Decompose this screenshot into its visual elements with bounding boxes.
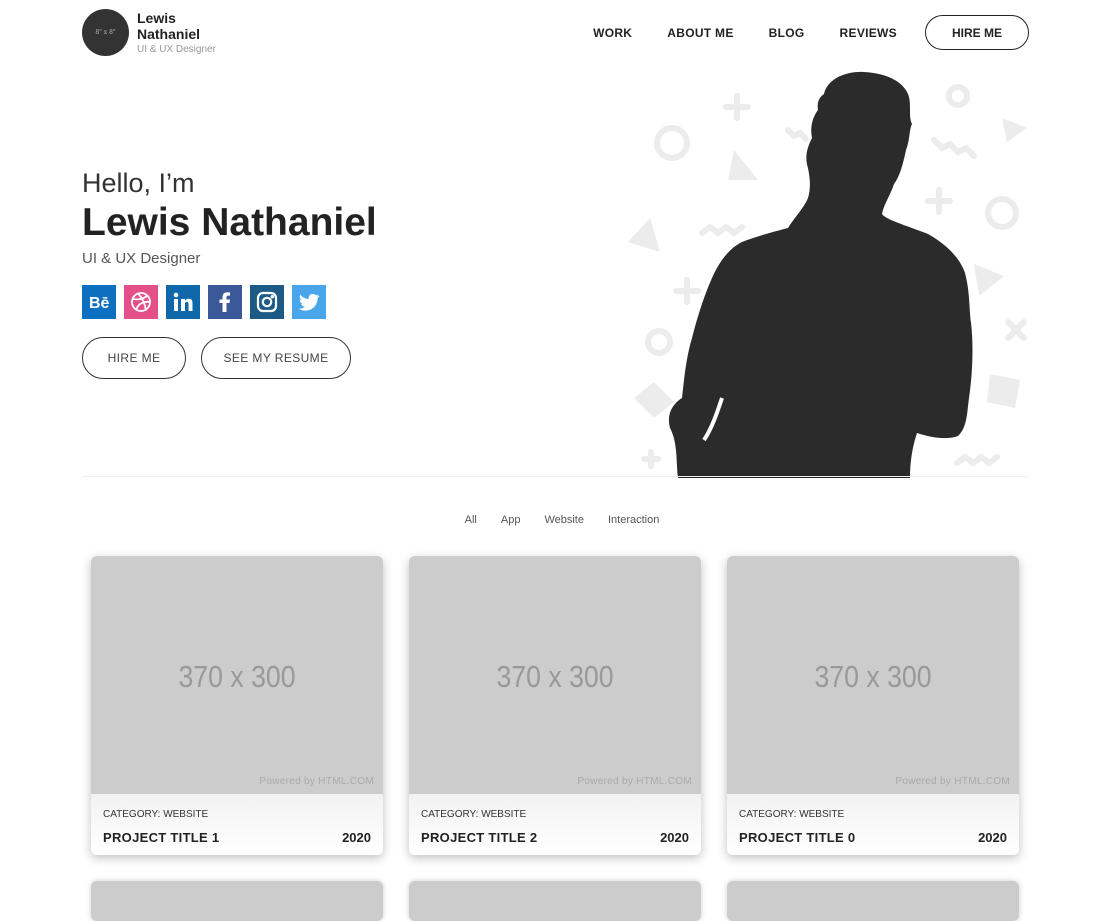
logo-name: Lewis Nathaniel	[137, 9, 201, 42]
svg-text:Bē: Bē	[89, 295, 110, 312]
project-year: 2020	[660, 830, 689, 845]
portfolio-filters: All App Website Interaction	[0, 514, 1110, 526]
project-category: CATEGORY: WEBSITE	[421, 809, 527, 820]
project-card[interactable]: 370 x 300 Powered by HTML.COM CATEGORY: …	[91, 556, 383, 855]
project-info: CATEGORY: WEBSITE PROJECT TITLE 0 2020	[727, 794, 1019, 855]
project-category: CATEGORY: WEBSITE	[103, 809, 209, 820]
thumbnail-credit: Powered by HTML.COM	[577, 776, 692, 787]
nav-work[interactable]: WORK	[593, 26, 632, 40]
project-info: CATEGORY: WEBSITE PROJECT TITLE 1 2020	[91, 794, 383, 855]
logo-role: UI & UX Designer	[137, 43, 216, 55]
project-card-next-row[interactable]	[727, 881, 1019, 921]
thumbnail-size-label: 370 x 300	[814, 659, 932, 694]
hero-hire-me-button[interactable]: HIRE ME	[82, 337, 186, 379]
see-my-resume-button[interactable]: SEE MY RESUME	[201, 337, 351, 379]
thumbnail-credit: Powered by HTML.COM	[259, 776, 374, 787]
nav-about-me[interactable]: ABOUT ME	[667, 26, 733, 40]
project-year: 2020	[978, 830, 1007, 845]
main-nav: WORK ABOUT ME BLOG REVIEWS HIRE ME	[593, 15, 1029, 50]
filter-all[interactable]: All	[465, 514, 477, 526]
instagram-icon[interactable]	[250, 285, 284, 319]
hero-greeting: Hello, I’m	[82, 168, 195, 198]
twitter-icon[interactable]	[292, 285, 326, 319]
hero-role: UI & UX Designer	[82, 250, 201, 267]
project-thumbnail: 370 x 300 Powered by HTML.COM	[727, 556, 1019, 794]
nav-hire-me-button[interactable]: HIRE ME	[925, 15, 1029, 50]
thumbnail-size-label: 370 x 300	[178, 659, 296, 694]
project-thumbnail: 370 x 300 Powered by HTML.COM	[91, 556, 383, 794]
project-title: PROJECT TITLE 0	[739, 830, 856, 845]
hero-name: Lewis Nathaniel	[82, 201, 377, 244]
filter-website[interactable]: Website	[544, 514, 584, 526]
filter-app[interactable]: App	[501, 514, 521, 526]
linkedin-icon[interactable]	[166, 285, 200, 319]
hero-divider	[82, 476, 1028, 477]
project-card-next-row[interactable]	[409, 881, 701, 921]
project-thumbnail: 370 x 300 Powered by HTML.COM	[409, 556, 701, 794]
nav-blog[interactable]: BLOG	[769, 26, 805, 40]
behance-icon[interactable]: Bē	[82, 285, 116, 319]
avatar: 8" x 8"	[82, 9, 129, 56]
project-info: CATEGORY: WEBSITE PROJECT TITLE 2 2020	[409, 794, 701, 855]
facebook-icon[interactable]	[208, 285, 242, 319]
site-logo[interactable]: 8" x 8" Lewis Nathaniel UI & UX Designer	[82, 9, 217, 56]
project-year: 2020	[342, 830, 371, 845]
project-title: PROJECT TITLE 2	[421, 830, 538, 845]
thumbnail-size-label: 370 x 300	[496, 659, 614, 694]
hero-illustration	[628, 71, 1027, 478]
nav-reviews[interactable]: REVIEWS	[840, 26, 897, 40]
social-links: Bē	[82, 285, 334, 319]
project-card-next-row[interactable]	[91, 881, 383, 921]
project-title: PROJECT TITLE 1	[103, 830, 220, 845]
thumbnail-credit: Powered by HTML.COM	[895, 776, 1010, 787]
project-category: CATEGORY: WEBSITE	[739, 809, 845, 820]
project-card[interactable]: 370 x 300 Powered by HTML.COM CATEGORY: …	[409, 556, 701, 855]
filter-interaction[interactable]: Interaction	[608, 514, 659, 526]
logo-text: Lewis Nathaniel UI & UX Designer	[137, 10, 217, 56]
dribbble-icon[interactable]	[124, 285, 158, 319]
project-card[interactable]: 370 x 300 Powered by HTML.COM CATEGORY: …	[727, 556, 1019, 855]
